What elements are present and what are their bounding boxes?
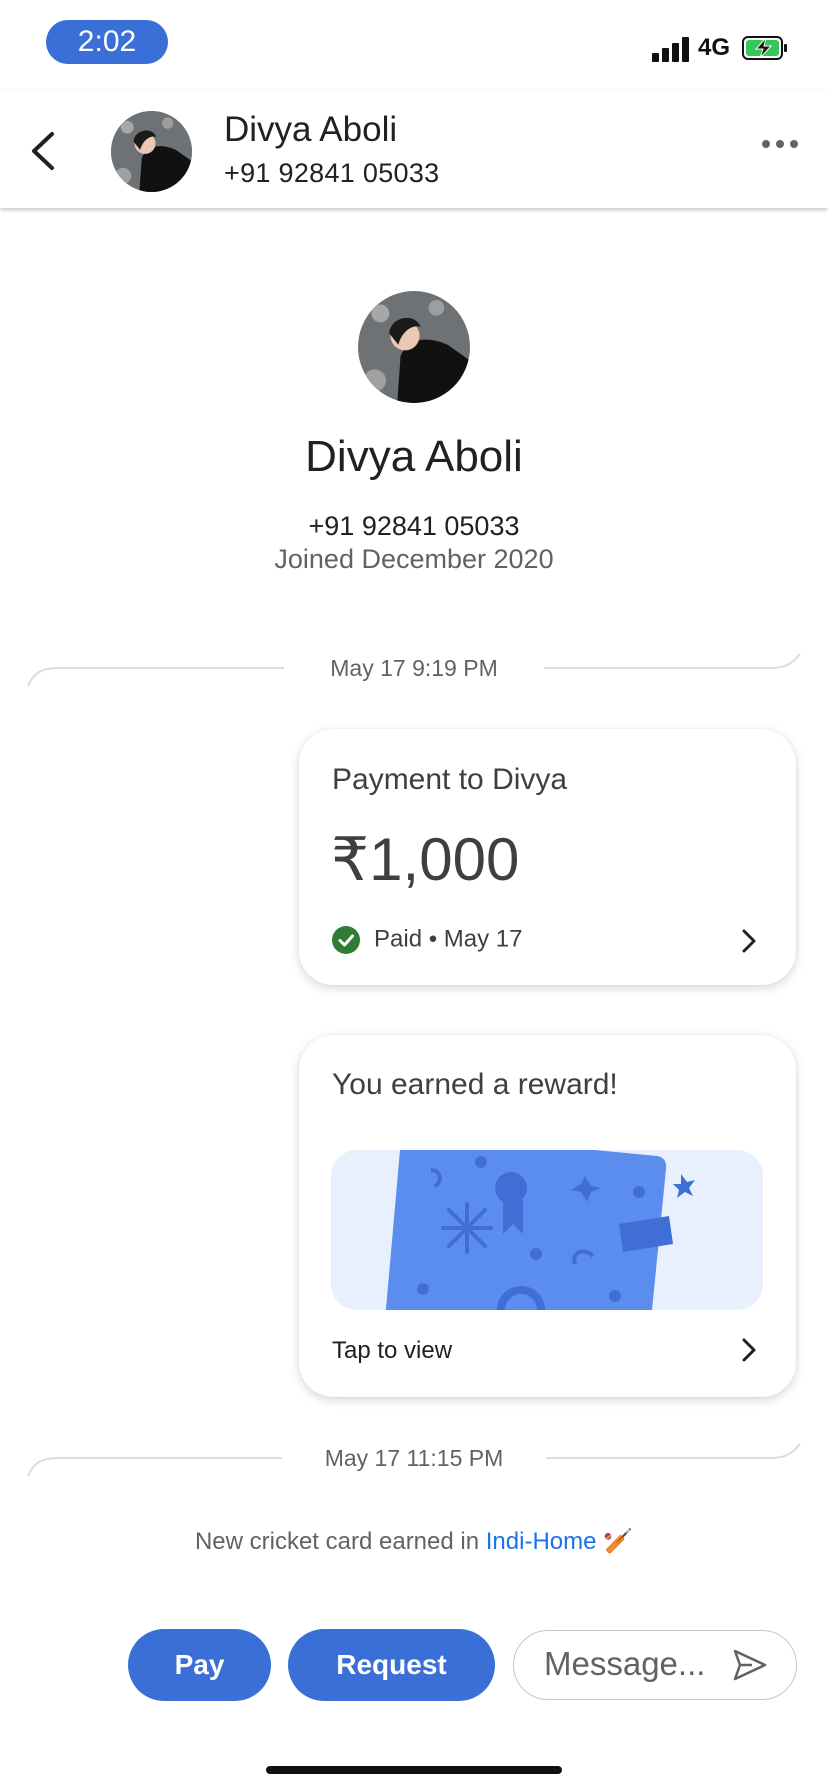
payment-status-text: Paid • May 17 — [374, 925, 523, 953]
check-circle-icon — [332, 925, 360, 954]
chevron-right-icon — [742, 1338, 756, 1362]
more-horizontal-icon[interactable] — [760, 134, 800, 154]
battery-charging-icon — [742, 36, 787, 60]
reward-title: You earned a reward! — [332, 1068, 618, 1101]
profile-name: Divya Aboli — [305, 432, 523, 481]
payment-amount: ₹1,000 — [331, 826, 520, 893]
status-time: 2:02 — [46, 20, 168, 64]
reward-action-label: Tap to view — [332, 1337, 453, 1364]
request-button[interactable]: Request — [288, 1629, 495, 1701]
network-type: 4G — [698, 34, 731, 61]
indi-home-link[interactable]: Indi-Home — [486, 1528, 597, 1555]
payment-status: Paid • May 17 — [332, 925, 522, 955]
message-placeholder: Message... — [544, 1645, 706, 1682]
system-message-text: New cricket card earned in — [194, 1528, 486, 1555]
profile-joined-date: Joined December 2020 — [274, 544, 554, 574]
profile-avatar — [358, 291, 470, 403]
reward-card-image — [331, 1150, 763, 1310]
signal-icon — [652, 36, 692, 62]
chat-header: Divya Aboli +91 92841 05033 — [0, 90, 828, 208]
contact-name: Divya Aboli — [224, 110, 398, 149]
contact-phone: +91 92841 05033 — [224, 158, 440, 188]
timestamp-label: May 17 9:19 PM — [330, 655, 498, 681]
back-arrow-icon[interactable] — [24, 130, 64, 172]
payment-card[interactable]: Payment to Divya ₹1,000 Paid • May 17 — [299, 729, 796, 985]
payment-title: Payment to Divya — [332, 763, 568, 796]
message-input[interactable]: Message... — [513, 1630, 797, 1700]
avatar[interactable] — [111, 111, 192, 192]
chevron-right-icon — [742, 929, 756, 953]
cricket-bat-icon: 🏏 — [603, 1528, 634, 1555]
timestamp-label: May 17 11:15 PM — [324, 1445, 504, 1471]
home-indicator — [266, 1766, 562, 1774]
send-icon[interactable] — [732, 1648, 768, 1682]
system-message: New cricket card earned in Indi-Home 🏏 — [0, 1527, 828, 1556]
pay-button[interactable]: Pay — [128, 1629, 271, 1701]
profile-phone: +91 92841 05033 — [308, 511, 520, 541]
reward-card[interactable]: You earned a reward! Tap to view — [299, 1035, 796, 1397]
